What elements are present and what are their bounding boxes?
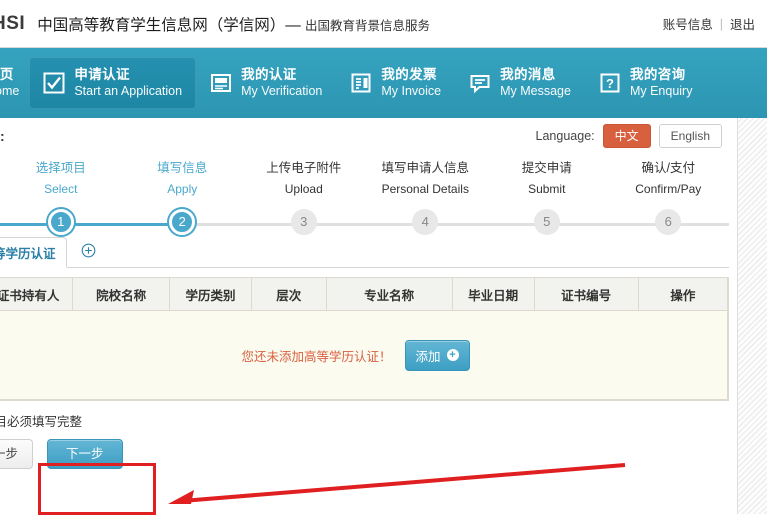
step-circle-5[interactable]: 5 bbox=[533, 208, 560, 235]
nav-item-my-message[interactable]: 我的消息 My Message bbox=[455, 48, 585, 118]
page-title: 中国高等教育学生信息网（学信网）— 出国教育背景信息服务 bbox=[37, 13, 430, 35]
col-certificate-holder: 证书持有人 bbox=[0, 277, 74, 311]
nav-item-start-application-cn: 申请认证 bbox=[74, 66, 130, 82]
required-fields-hint: 项目必须填写完整 bbox=[0, 415, 83, 429]
progress-stepper: 选择项目 Select 填写信息 Apply 上传电子附件 Upload 填写申… bbox=[0, 161, 767, 235]
col-graduation-date: 毕业日期 bbox=[451, 277, 535, 311]
add-certificate-button-label: 添加 bbox=[415, 349, 441, 364]
checkbox-icon bbox=[43, 72, 65, 94]
previous-step-button[interactable]: 一步 bbox=[0, 439, 34, 470]
language-switcher: Language: 中文 English bbox=[535, 123, 722, 149]
empty-state-message: 您还未添加高等学历认证！ bbox=[241, 349, 392, 364]
page-subtitle: 出国教育背景信息服务 bbox=[305, 18, 431, 33]
nav-item-my-invoice-en: My Invoice bbox=[381, 83, 442, 98]
nav-item-my-message-cn: 我的消息 bbox=[500, 66, 556, 82]
chsi-logo: HSI bbox=[0, 12, 26, 34]
language-button-en[interactable]: English bbox=[658, 123, 722, 149]
table-empty-row: 您还未添加高等学历认证！ 添加 + bbox=[0, 310, 728, 400]
step-labels: 选择项目 Select 填写信息 Apply 上传电子附件 Upload 填写申… bbox=[0, 161, 730, 196]
site-header: HSI 中国高等教育学生信息网（学信网）— 出国教育背景信息服务 账号信息 | … bbox=[0, 0, 767, 48]
table-empty-cell: 您还未添加高等学历认证！ 添加 + bbox=[0, 310, 728, 400]
nav-item-my-invoice-cn: 我的发票 bbox=[381, 66, 437, 82]
step-3: 上传电子附件 Upload bbox=[243, 161, 365, 196]
table-head: 证书持有人 院校名称 学历类别 层次 专业名称 毕业日期 证书编号 操作 bbox=[0, 277, 729, 311]
main-navigation: 首页 Home 申请认证 Start an Application 我的认证 M… bbox=[0, 48, 767, 118]
step-4: 填写申请人信息 Personal Details bbox=[365, 161, 487, 196]
step-1-en: Select bbox=[44, 181, 78, 196]
nav-item-my-verification-en: My Verification bbox=[241, 83, 323, 98]
step-4-cn: 填写申请人信息 bbox=[381, 161, 469, 175]
tab-bar: 等学历认证 bbox=[0, 237, 729, 268]
page-scrollbar[interactable] bbox=[729, 118, 767, 514]
nav-item-start-application[interactable]: 申请认证 Start an Application bbox=[29, 57, 197, 109]
step-1: 选择项目 Select bbox=[0, 161, 122, 196]
col-major-name: 专业名称 bbox=[325, 277, 453, 311]
account-info-link[interactable]: 账号信息 bbox=[663, 14, 713, 33]
step-3-cn: 上传电子附件 bbox=[266, 161, 342, 175]
nav-item-my-invoice[interactable]: 我的发票 My Invoice bbox=[336, 48, 455, 118]
col-school-name: 院校名称 bbox=[72, 277, 170, 311]
col-certificate-number: 证书编号 bbox=[533, 277, 639, 311]
step-2-cn: 填写信息 bbox=[157, 161, 208, 175]
content-area: 程: Language: 中文 English 选择项目 Select 填写信息… bbox=[0, 118, 767, 514]
nav-item-home-cn: 首页 bbox=[0, 66, 14, 82]
question-icon: ? bbox=[599, 72, 621, 94]
step-5-cn: 提交申请 bbox=[521, 161, 572, 175]
step-circle-6[interactable]: 6 bbox=[655, 208, 682, 235]
step-circles: 1 2 3 4 5 6 bbox=[0, 208, 729, 235]
nav-item-my-enquiry[interactable]: ? 我的咨询 My Enquiry bbox=[585, 48, 707, 118]
plus-circle-icon bbox=[81, 243, 96, 263]
form-action-buttons: 一步 下一步 bbox=[0, 439, 767, 470]
language-button-zh[interactable]: 中文 bbox=[602, 123, 651, 149]
col-degree-type: 学历类别 bbox=[169, 277, 252, 311]
col-level: 层次 bbox=[250, 277, 327, 311]
col-operation: 操作 bbox=[637, 277, 729, 311]
language-label: Language: bbox=[535, 129, 595, 143]
certificate-table: 证书持有人 院校名称 学历类别 层次 专业名称 毕业日期 证书编号 操作 您还未… bbox=[0, 277, 729, 400]
step-6-en: Confirm/Pay bbox=[635, 181, 702, 196]
step-circle-1[interactable]: 1 bbox=[47, 208, 74, 235]
nav-item-home[interactable]: 首页 Home bbox=[0, 48, 29, 118]
nav-item-my-enquiry-cn: 我的咨询 bbox=[629, 66, 686, 82]
certificate-table-wrapper: 证书持有人 院校名称 学历类别 层次 专业名称 毕业日期 证书编号 操作 您还未… bbox=[0, 277, 729, 401]
step-circle-4[interactable]: 4 bbox=[412, 208, 439, 235]
process-title: 程: bbox=[0, 128, 5, 144]
svg-text:?: ? bbox=[606, 76, 614, 91]
step-5: 提交申请 Submit bbox=[486, 161, 608, 196]
step-5-en: Submit bbox=[528, 181, 566, 196]
tab-higher-education-verification[interactable]: 等学历认证 bbox=[0, 237, 67, 268]
add-tab-button[interactable] bbox=[81, 243, 96, 263]
step-6: 确认/支付 Confirm/Pay bbox=[608, 161, 730, 196]
nav-item-my-enquiry-en: My Enquiry bbox=[629, 83, 693, 98]
next-step-button[interactable]: 下一步 bbox=[47, 439, 123, 470]
invoice-icon bbox=[350, 72, 372, 94]
step-3-en: Upload bbox=[284, 181, 323, 196]
nav-item-start-application-en: Start an Application bbox=[74, 83, 183, 98]
step-2: 填写信息 Apply bbox=[122, 161, 244, 196]
table-body: 您还未添加高等学历认证！ 添加 + bbox=[0, 310, 728, 400]
header-account-area: 账号信息 | 退出 bbox=[663, 14, 755, 33]
step-circle-2[interactable]: 2 bbox=[169, 208, 196, 235]
nav-item-my-verification[interactable]: 我的认证 My Verification bbox=[196, 48, 336, 118]
table-header-row: 证书持有人 院校名称 学历类别 层次 专业名称 毕业日期 证书编号 操作 bbox=[0, 277, 729, 311]
nav-item-my-message-en: My Message bbox=[500, 83, 571, 98]
certificate-icon bbox=[210, 72, 232, 94]
add-certificate-button[interactable]: 添加 + bbox=[404, 339, 470, 371]
logout-link[interactable]: 退出 bbox=[730, 14, 755, 33]
nav-item-home-en: Home bbox=[0, 83, 20, 98]
process-header-row: 程: Language: 中文 English bbox=[0, 118, 767, 149]
step-6-cn: 确认/支付 bbox=[641, 161, 695, 175]
message-icon bbox=[469, 72, 491, 94]
step-1-cn: 选择项目 bbox=[35, 161, 86, 175]
header-divider: | bbox=[719, 16, 723, 31]
plus-icon: + bbox=[446, 349, 459, 361]
step-circles-row: 1 2 3 4 5 6 bbox=[0, 208, 729, 239]
step-2-en: Apply bbox=[167, 181, 198, 196]
page-title-cn: 中国高等教育学生信息网（学信网）— bbox=[37, 16, 301, 34]
nav-item-my-verification-cn: 我的认证 bbox=[241, 66, 297, 82]
step-4-en: Personal Details bbox=[381, 181, 469, 196]
step-circle-3[interactable]: 3 bbox=[290, 208, 317, 235]
